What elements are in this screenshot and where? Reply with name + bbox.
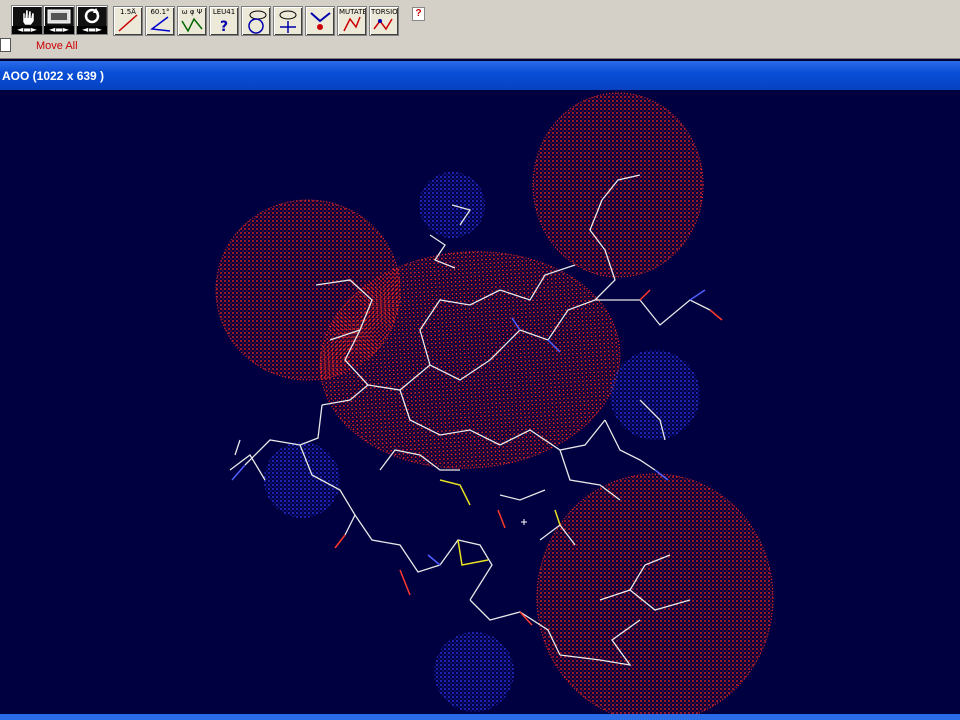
hand-move-icon (22, 9, 35, 26)
tool-status-label: Move All (36, 40, 78, 52)
acidic-surface-top-right (532, 92, 704, 278)
angle-button[interactable]: 60.1° (145, 6, 175, 36)
basic-surface-bottom (434, 632, 514, 712)
cursor-crosshair-icon (521, 519, 527, 525)
center-button[interactable] (273, 6, 303, 36)
screen-move-icon (47, 9, 71, 24)
basic-surface-right (610, 350, 700, 440)
fit-button[interactable] (305, 6, 335, 36)
move-screen-button[interactable]: ◄▬► (43, 5, 75, 35)
torsion-icon (373, 18, 393, 31)
dihedral-icon (181, 17, 203, 33)
toolbar: ◄▬► ◄▬► ◄▬► 1.5Å 60.1° ω φ Ψ LEU41 ? MUT… (0, 0, 960, 59)
molecule-viewport[interactable] (0, 90, 960, 714)
rotate-button[interactable]: ◄▬► (76, 5, 108, 35)
torsion-button[interactable]: TORSION (369, 6, 399, 36)
viewer-title-bar (0, 61, 960, 90)
neighbors-icon (248, 10, 267, 34)
molecule-render[interactable] (0, 90, 960, 714)
acidic-surface-bottom-right (536, 473, 774, 714)
neighbors-button[interactable] (241, 6, 271, 36)
svg-text:?: ? (220, 19, 228, 35)
window-title: AOO (1022 x 639 ) (2, 69, 105, 83)
distance-button[interactable]: 1.5Å (113, 6, 143, 36)
help-button[interactable]: ? (412, 7, 425, 21)
sulfur-bonds (439, 479, 561, 566)
angle-icon (150, 16, 171, 32)
document-icon (0, 38, 11, 52)
rotate-icon (84, 8, 100, 24)
residue-id-button[interactable]: LEU41 ? (209, 6, 239, 36)
move-molecule-button[interactable]: ◄▬► (11, 5, 43, 35)
distance-icon (118, 14, 138, 32)
basic-surface-left (264, 442, 340, 518)
dihedral-button[interactable]: ω φ Ψ (177, 6, 207, 36)
status-strip (0, 714, 960, 720)
fit-icon (310, 12, 331, 30)
mutate-button[interactable]: MUTATE (337, 6, 367, 36)
center-icon (279, 10, 297, 33)
residue-id-icon: ? (220, 19, 228, 35)
mutate-icon (343, 16, 361, 32)
